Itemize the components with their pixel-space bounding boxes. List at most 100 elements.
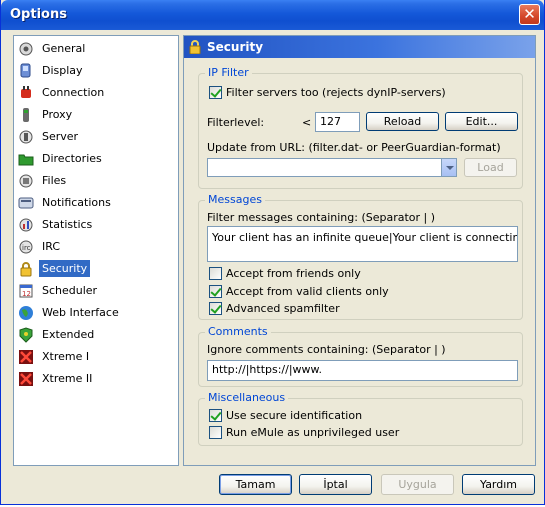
sidebar-item-irc[interactable]: irc IRC — [18, 236, 63, 257]
sidebar-item-label: Display — [42, 64, 83, 77]
window-title: Options — [10, 7, 67, 22]
sidebar-item-directories[interactable]: Directories — [18, 148, 105, 169]
sidebar-item-label: Proxy — [42, 108, 73, 121]
notifications-icon — [18, 195, 34, 211]
sidebar-item-label: Directories — [42, 152, 102, 165]
filterlevel-input[interactable]: 127 — [315, 112, 360, 132]
filter-messages-input[interactable]: Your client has an infinite queue|Your c… — [207, 226, 518, 262]
sidebar-item-proxy[interactable]: Proxy — [18, 104, 75, 125]
checkbox-box[interactable] — [209, 285, 222, 298]
sidebar-item-general[interactable]: General — [18, 38, 88, 59]
filter-messages-label: Filter messages containing: (Separator |… — [207, 211, 436, 224]
unprivileged-user-label: Run eMule as unprivileged user — [226, 426, 400, 439]
sidebar-item-label: Connection — [42, 86, 105, 99]
sidebar-item-scheduler[interactable]: 12 Scheduler — [18, 280, 100, 301]
checkbox-box[interactable] — [209, 426, 222, 439]
xtreme-icon — [18, 371, 34, 387]
checkbox-box[interactable] — [209, 267, 222, 280]
secure-identification-checkbox[interactable]: Use secure identification — [209, 409, 362, 422]
filter-servers-label: Filter servers too (rejects dynIP-server… — [226, 86, 446, 99]
ignore-comments-label: Ignore comments containing: (Separator |… — [207, 343, 446, 356]
sidebar-item-files[interactable]: Files — [18, 170, 69, 191]
secure-identification-label: Use secure identification — [226, 409, 363, 422]
ok-button[interactable]: Tamam — [219, 474, 292, 495]
sidebar-item-xtreme-1[interactable]: Xtreme I — [18, 346, 92, 367]
unprivileged-user-checkbox[interactable]: Run eMule as unprivileged user — [209, 426, 399, 439]
chevron-down-icon[interactable] — [441, 159, 456, 176]
miscellaneous-legend: Miscellaneous — [205, 391, 289, 404]
irc-icon: irc — [18, 239, 34, 255]
svg-text:irc: irc — [22, 244, 31, 252]
ip-filter-legend: IP Filter — [205, 66, 252, 79]
miscellaneous-group: Miscellaneous Use secure identification … — [198, 391, 523, 446]
files-icon — [18, 173, 34, 189]
cancel-button[interactable]: İptal — [299, 474, 372, 495]
accept-valid-clients-checkbox[interactable]: Accept from valid clients only — [209, 285, 389, 298]
options-category-list[interactable]: General Display Connection Proxy Server — [13, 35, 179, 466]
globe-icon — [18, 305, 34, 321]
connection-icon — [18, 85, 34, 101]
sidebar-item-label: IRC — [42, 240, 61, 253]
comments-group: Comments Ignore comments containing: (Se… — [198, 325, 523, 387]
sidebar-item-label: Files — [42, 174, 67, 187]
sidebar-item-extended[interactable]: Extended — [18, 324, 97, 345]
svg-text:12: 12 — [22, 290, 31, 298]
load-button[interactable]: Load — [464, 158, 517, 177]
sidebar-item-label: Security — [39, 260, 91, 277]
server-icon — [18, 129, 34, 145]
advanced-spamfilter-label: Advanced spamfilter — [226, 302, 340, 315]
less-than-symbol: < — [302, 116, 312, 129]
filter-servers-checkbox[interactable]: Filter servers too (rejects dynIP-server… — [209, 86, 446, 99]
sidebar-item-label: Xtreme I — [42, 350, 90, 363]
ip-filter-group: IP Filter Filter servers too (rejects dy… — [198, 66, 523, 189]
sidebar-item-label: Extended — [42, 328, 95, 341]
checkbox-box[interactable] — [209, 302, 222, 315]
security-panel-body: Security IP Filter Filter servers too (r… — [184, 36, 535, 465]
lock-icon — [18, 261, 34, 277]
close-button[interactable]: ✕ — [519, 4, 540, 25]
messages-legend: Messages — [205, 193, 265, 206]
comments-legend: Comments — [205, 325, 271, 338]
sidebar-item-label: Scheduler — [42, 284, 98, 297]
sidebar-item-label: Server — [42, 130, 79, 143]
xtreme-icon — [18, 349, 34, 365]
statistics-icon — [18, 217, 34, 233]
display-icon — [18, 63, 34, 79]
filter-url-combobox[interactable] — [207, 158, 457, 177]
general-icon — [18, 41, 34, 57]
proxy-icon — [18, 107, 34, 123]
sidebar-item-label: Web Interface — [42, 306, 119, 319]
options-window: Options ✕ General Display Connection Pro… — [0, 0, 545, 505]
update-url-label: Update from URL: (filter.dat- or PeerGua… — [207, 141, 501, 154]
sidebar-item-server[interactable]: Server — [18, 126, 81, 147]
sidebar-item-security[interactable]: Security — [18, 258, 91, 279]
title-bar[interactable]: Options ✕ — [1, 0, 544, 30]
sidebar-item-label: Notifications — [42, 196, 111, 209]
ignore-comments-input[interactable]: http://|https://|www. — [207, 360, 518, 381]
sidebar-item-notifications[interactable]: Notifications — [18, 192, 114, 213]
panel-header: Security — [184, 36, 535, 58]
sidebar-item-label: General — [42, 42, 86, 55]
lock-icon — [188, 40, 202, 55]
help-button[interactable]: Yardım — [462, 474, 535, 495]
reload-button[interactable]: Reload — [366, 112, 439, 131]
sidebar-item-xtreme-2[interactable]: Xtreme II — [18, 368, 95, 389]
checkbox-box[interactable] — [209, 86, 222, 99]
sidebar-item-connection[interactable]: Connection — [18, 82, 107, 103]
accept-friends-checkbox[interactable]: Accept from friends only — [209, 267, 361, 280]
extended-icon — [18, 326, 34, 343]
sidebar-item-display[interactable]: Display — [18, 60, 86, 81]
sidebar-item-statistics[interactable]: Statistics — [18, 214, 95, 235]
scheduler-icon: 12 — [18, 283, 34, 299]
apply-button[interactable]: Uygula — [381, 474, 454, 495]
security-panel: Security IP Filter Filter servers too (r… — [183, 35, 536, 466]
panel-title: Security — [207, 40, 264, 54]
filterlevel-label: Filterlevel: — [207, 116, 265, 129]
advanced-spamfilter-checkbox[interactable]: Advanced spamfilter — [209, 302, 340, 315]
accept-valid-clients-label: Accept from valid clients only — [226, 285, 389, 298]
edit-button[interactable]: Edit... — [445, 112, 518, 131]
directories-icon — [18, 151, 34, 167]
checkbox-box[interactable] — [209, 409, 222, 422]
messages-group: Messages Filter messages containing: (Se… — [198, 193, 523, 320]
sidebar-item-web-interface[interactable]: Web Interface — [18, 302, 122, 323]
